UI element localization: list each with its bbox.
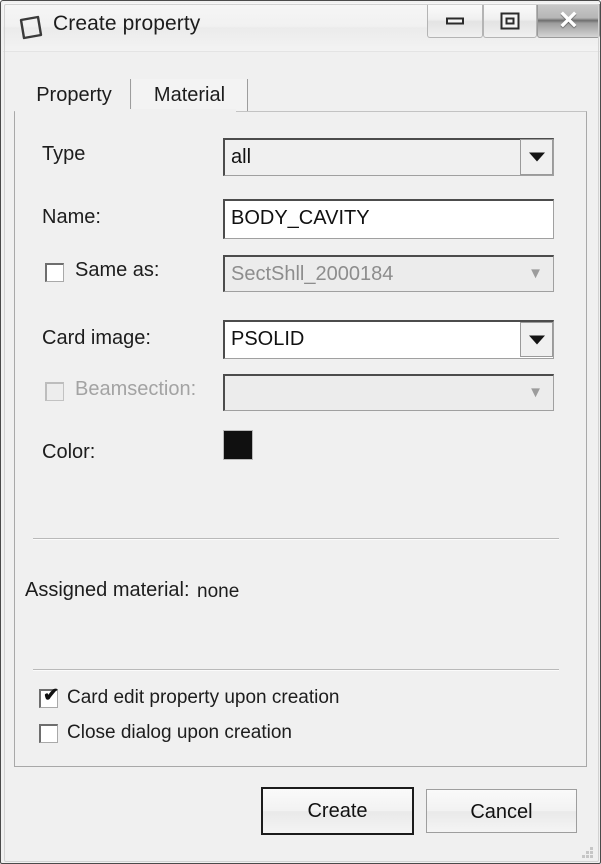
chevron-down-icon: ▼ <box>528 383 543 401</box>
card-image-label: Card image: <box>42 327 151 349</box>
type-label: Type <box>42 143 86 165</box>
beamsection-label: Beamsection: <box>75 378 197 400</box>
close-dialog-label: Close dialog upon creation <box>67 722 292 743</box>
cancel-button[interactable]: Cancel <box>426 789 577 833</box>
assigned-material-label: Assigned material: <box>25 579 190 601</box>
create-property-dialog: Create property ✕ Property Material Type… <box>0 0 601 864</box>
same-as-dropdown-button: ▼ <box>519 257 552 290</box>
tab-strip: Property Material <box>14 73 586 113</box>
card-image-dropdown-button[interactable] <box>520 322 553 357</box>
card-image-combobox[interactable]: PSOLID <box>223 320 554 359</box>
assigned-material-value: none <box>197 581 240 602</box>
close-icon: ✕ <box>558 6 579 34</box>
beamsection-checkbox <box>45 382 64 401</box>
resize-grip[interactable] <box>578 847 594 859</box>
section-divider-lower <box>33 669 559 671</box>
type-combobox[interactable]: all <box>223 138 554 176</box>
close-button[interactable]: ✕ <box>537 4 600 38</box>
card-edit-property-label: Card edit property upon creation <box>67 687 340 708</box>
maximize-icon <box>500 12 520 29</box>
title-bar[interactable]: Create property ✕ <box>3 3 600 52</box>
window-title: Create property <box>53 12 201 35</box>
create-button[interactable]: Create <box>261 787 414 835</box>
tab-panel-seam <box>15 109 236 113</box>
color-label: Color: <box>42 441 96 463</box>
minimize-icon <box>446 17 464 24</box>
chevron-down-icon <box>528 152 545 162</box>
card-edit-property-checkbox[interactable]: ✔ <box>39 685 59 708</box>
tab-property[interactable]: Property <box>18 79 131 113</box>
name-input[interactable]: BODY_CAVITY <box>223 199 554 239</box>
same-as-label: Same as: <box>75 259 160 281</box>
beamsection-combobox <box>223 374 554 411</box>
section-divider-upper <box>33 538 559 540</box>
color-swatch[interactable] <box>223 430 253 460</box>
chevron-down-icon: ▼ <box>528 264 543 282</box>
property-polygon-icon <box>17 15 45 41</box>
beamsection-dropdown-button: ▼ <box>519 376 552 409</box>
check-icon: ✔ <box>43 685 59 706</box>
chevron-down-icon <box>528 335 545 344</box>
name-label: Name: <box>42 206 101 228</box>
type-dropdown-button[interactable] <box>520 139 553 175</box>
close-dialog-checkbox[interactable] <box>39 724 58 743</box>
tab-material[interactable]: Material <box>132 79 248 113</box>
minimize-button[interactable] <box>427 4 483 38</box>
maximize-button[interactable] <box>483 4 537 38</box>
same-as-combobox: SectShll_2000184 <box>223 255 554 292</box>
same-as-checkbox[interactable] <box>45 263 64 282</box>
